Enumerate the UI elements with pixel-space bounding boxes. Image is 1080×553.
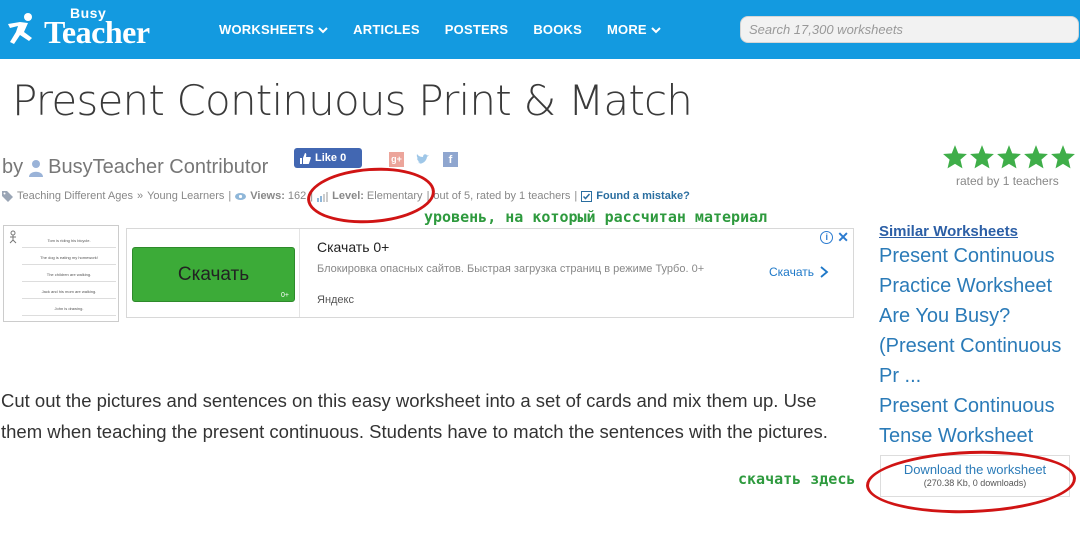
star-icon[interactable] [942, 144, 968, 170]
nav-item-label: MORE [606, 22, 647, 37]
level-label: Level: [332, 190, 364, 202]
star-icon[interactable] [996, 144, 1022, 170]
thumbs-up-icon [300, 152, 311, 164]
facebook-like-button[interactable]: Like 0 [294, 148, 362, 168]
info-icon[interactable]: i [820, 231, 834, 244]
google-plus-share-icon[interactable]: g+ [389, 152, 404, 167]
ad-description: Блокировка опасных сайтов. Быстрая загру… [317, 263, 705, 275]
views-count: 162 [287, 190, 307, 202]
chevron-down-icon [651, 26, 661, 33]
eye-icon [235, 192, 247, 200]
user-icon [29, 159, 44, 177]
rated-by-text: rated by 1 teachers [956, 174, 1059, 188]
divider: | [426, 190, 430, 202]
thumbnail-line: The children are walking. [22, 267, 116, 282]
runner-icon [8, 13, 32, 44]
page-title: Present Continuous Print & Match [12, 76, 693, 125]
nav-books[interactable]: BOOKS [533, 22, 582, 37]
level-value: Elementary [366, 190, 423, 202]
facebook-share-icon[interactable]: f [443, 152, 458, 167]
download-annotation: скачать здесь [738, 470, 856, 488]
ad-divider [299, 229, 300, 317]
nav-item-label: WORKSHEETS [219, 22, 315, 37]
star-icon[interactable] [1023, 144, 1049, 170]
byline-by: by [2, 156, 24, 178]
like-label: Like 0 [315, 152, 347, 164]
signal-bars-icon [317, 191, 329, 202]
nav-posters[interactable]: POSTERS [445, 22, 509, 37]
rating-summary: out of 5, rated by 1 teachers [433, 190, 571, 202]
nav-worksheets[interactable]: WORKSHEETS [219, 22, 328, 37]
ad-link[interactable]: Скачать [769, 265, 830, 279]
thumbnail-line: John is drawing. [22, 301, 116, 316]
check-square-icon [581, 190, 593, 202]
ad-download-button[interactable]: Скачать 0+ [132, 247, 295, 302]
similar-worksheets-list: Present Continuous Practice Worksheet Ar… [879, 241, 1069, 451]
thumbnail-line: Tom is riding his bicycle. [22, 233, 116, 248]
worksheet-description: Cut out the pictures and sentences on th… [1, 390, 828, 442]
close-icon[interactable]: ✕ [837, 230, 849, 244]
divider: | [574, 190, 578, 202]
download-info: (270.38 Kb, 0 downloads) [923, 478, 1027, 488]
twitter-share-icon[interactable] [415, 152, 430, 167]
ad-link-label: Скачать [769, 265, 814, 279]
category-link[interactable]: Teaching Different Ages [17, 190, 133, 202]
worksheet-thumbnail[interactable]: Tom is riding his bicycle. The dog is ea… [3, 225, 119, 322]
star-icon[interactable] [1050, 144, 1076, 170]
logo-text-large: Teacher [44, 14, 150, 50]
top-navigation-bar: Busy Teacher WORKSHEETS ARTICLES POSTERS… [0, 0, 1080, 59]
ad-info-controls: i ✕ [820, 230, 849, 244]
views-label: Views: [250, 190, 285, 202]
nav-more[interactable]: MORE [607, 22, 661, 37]
chevron-down-icon [318, 26, 328, 33]
worksheet-meta: Teaching Different Ages » Young Learners… [2, 190, 690, 202]
breadcrumb-separator: » [136, 190, 144, 202]
similar-worksheet-link[interactable]: Are You Busy? (Present Continuous Pr ... [879, 301, 1069, 391]
thumbnail-line: The dog is eating my homework! [22, 250, 116, 265]
nav-articles[interactable]: ARTICLES [353, 22, 420, 37]
ad-title[interactable]: Скачать 0+ [317, 239, 389, 255]
search-input[interactable] [740, 16, 1079, 43]
found-mistake-link[interactable]: Found a mistake? [596, 190, 690, 202]
ad-button-label: Скачать [177, 263, 250, 285]
subcategory-link[interactable]: Young Learners [147, 190, 224, 202]
main-nav: WORKSHEETS ARTICLES POSTERS BOOKS MORE [219, 0, 686, 59]
similar-worksheet-link[interactable]: Present Continuous Tense Worksheet [879, 391, 1069, 451]
divider: | [310, 190, 314, 202]
nav-item-label: BOOKS [533, 22, 582, 37]
download-worksheet-button[interactable]: Download the worksheet (270.38 Kb, 0 dow… [880, 455, 1070, 497]
similar-worksheets-heading[interactable]: Similar Worksheets [879, 223, 1018, 240]
ad-brand: Яндекс [317, 294, 354, 306]
chevron-right-icon [820, 266, 829, 278]
author-link[interactable]: BusyTeacher Contributor [48, 156, 268, 179]
download-label: Download the worksheet [903, 462, 1047, 477]
thumbnail-line: Jack and his mom are walking. [22, 284, 116, 299]
byline: by BusyTeacher Contributor [2, 156, 268, 179]
nav-item-label: POSTERS [444, 22, 509, 37]
divider: | [228, 190, 232, 202]
rating-stars [942, 144, 1077, 170]
nav-item-label: ARTICLES [353, 22, 420, 37]
tag-icon [2, 190, 13, 202]
ad-button-badge: 0+ [281, 292, 289, 299]
similar-worksheet-link[interactable]: Present Continuous Practice Worksheet [879, 241, 1069, 301]
figure-sketch-icon [9, 230, 17, 244]
site-logo[interactable]: Busy Teacher [2, 6, 150, 50]
star-icon[interactable] [969, 144, 995, 170]
advertisement: Скачать 0+ Скачать 0+ Блокировка опасных… [126, 228, 854, 318]
level-annotation: уровень, на который рассчитан материал [424, 208, 768, 226]
